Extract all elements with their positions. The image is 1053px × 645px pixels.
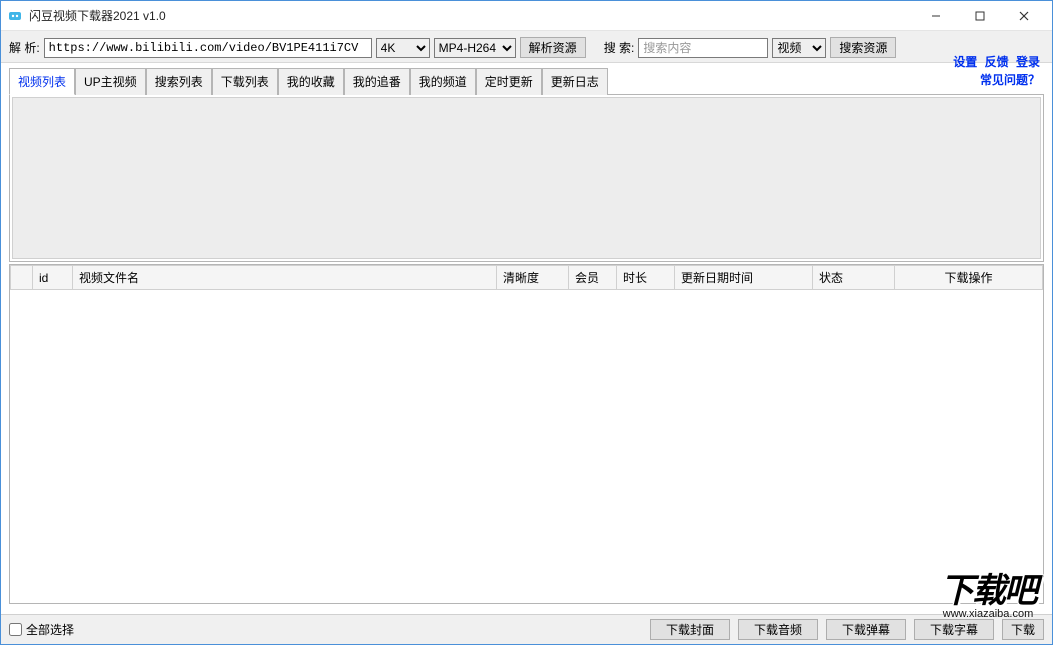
download-cover-button[interactable]: 下载封面 <box>650 619 730 640</box>
parse-label: 解 析: <box>9 39 40 56</box>
tab-search-list[interactable]: 搜索列表 <box>146 68 212 95</box>
tab-download-list[interactable]: 下载列表 <box>212 68 278 95</box>
window-title: 闪豆视频下载器2021 v1.0 <box>29 7 166 24</box>
preview-panel <box>9 94 1044 262</box>
download-partial-button[interactable]: 下载 <box>1002 619 1044 640</box>
preview-panel-inner <box>12 97 1041 259</box>
download-subtitle-button[interactable]: 下载字幕 <box>914 619 994 640</box>
title-bar: 闪豆视频下载器2021 v1.0 <box>1 1 1052 31</box>
download-danmu-button[interactable]: 下载弹幕 <box>826 619 906 640</box>
col-name[interactable]: 视频文件名 <box>73 266 497 290</box>
toolbar: 解 析: 4K MP4-H264 解析资源 搜 索: 视频 搜索资源 <box>1 31 1052 63</box>
video-table: id 视频文件名 清晰度 会员 时长 更新日期时间 状态 下载操作 <box>10 265 1043 290</box>
video-table-wrap: id 视频文件名 清晰度 会员 时长 更新日期时间 状态 下载操作 <box>9 264 1044 604</box>
search-label: 搜 索: <box>604 39 635 56</box>
col-date[interactable]: 更新日期时间 <box>675 266 813 290</box>
tab-changelog[interactable]: 更新日志 <box>542 68 608 95</box>
tab-video-list[interactable]: 视频列表 <box>9 68 75 95</box>
select-all-label: 全部选择 <box>26 621 74 638</box>
format-select[interactable]: MP4-H264 <box>434 38 516 58</box>
minimize-button[interactable] <box>914 2 958 30</box>
search-type-select[interactable]: 视频 <box>772 38 826 58</box>
download-audio-button[interactable]: 下载音频 <box>738 619 818 640</box>
tab-bangumi[interactable]: 我的追番 <box>344 68 410 95</box>
tabs: 视频列表 UP主视频 搜索列表 下载列表 我的收藏 我的追番 我的频道 定时更新… <box>1 67 1052 94</box>
tab-channel[interactable]: 我的频道 <box>410 68 476 95</box>
quality-select[interactable]: 4K <box>376 38 430 58</box>
url-input[interactable] <box>44 38 372 58</box>
select-all-wrap[interactable]: 全部选择 <box>9 621 74 638</box>
search-input[interactable] <box>638 38 768 58</box>
app-icon <box>7 8 23 24</box>
select-all-checkbox[interactable] <box>9 623 22 636</box>
tab-favorites[interactable]: 我的收藏 <box>278 68 344 95</box>
col-duration[interactable]: 时长 <box>617 266 675 290</box>
table-header-row: id 视频文件名 清晰度 会员 时长 更新日期时间 状态 下载操作 <box>11 266 1043 290</box>
tab-scheduled[interactable]: 定时更新 <box>476 68 542 95</box>
search-button[interactable]: 搜索资源 <box>830 37 896 58</box>
col-id[interactable]: id <box>33 266 73 290</box>
col-checkbox[interactable] <box>11 266 33 290</box>
col-quality[interactable]: 清晰度 <box>497 266 569 290</box>
parse-button[interactable]: 解析资源 <box>520 37 586 58</box>
footer-bar: 全部选择 下载封面 下载音频 下载弹幕 下载字幕 下载 <box>1 614 1052 644</box>
maximize-button[interactable] <box>958 2 1002 30</box>
col-action[interactable]: 下载操作 <box>895 266 1043 290</box>
close-button[interactable] <box>1002 2 1046 30</box>
col-vip[interactable]: 会员 <box>569 266 617 290</box>
window-controls <box>914 2 1046 30</box>
col-status[interactable]: 状态 <box>813 266 895 290</box>
tab-up-videos[interactable]: UP主视频 <box>75 68 146 95</box>
